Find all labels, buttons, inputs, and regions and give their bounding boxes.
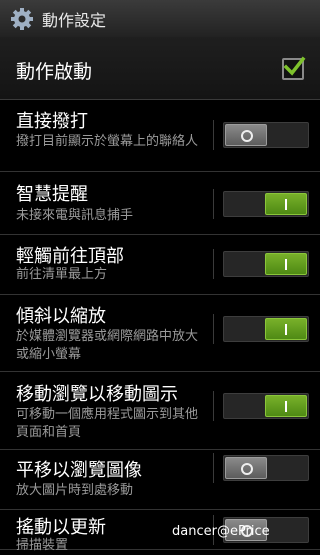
row-divider [213,189,214,219]
setting-row[interactable]: 平移以瀏覽圖像放大圖片時到處移動 [0,450,320,510]
setting-row[interactable]: 智慧提醒未接來電與訊息捕手 [0,172,320,235]
setting-title: 移動瀏覽以移動圖示 [16,384,178,405]
checkmark-icon [283,56,306,76]
setting-row[interactable]: 直接撥打撥打目前顯示於螢幕上的聯絡人 [0,100,320,172]
watermark: dancer@ePrice [172,524,270,539]
setting-toggle[interactable] [223,122,309,148]
setting-toggle[interactable] [223,316,309,342]
motion-master-checkbox[interactable] [282,56,306,80]
toggle-knob [225,124,267,146]
setting-row[interactable]: 傾斜以縮放 於媒體瀏覽器或網際網路中放大或縮小螢幕 [0,295,320,372]
setting-row[interactable]: 搖動以更新 掃描裝置 [0,510,320,553]
setting-subtitle: 放大圖片時到處移動 [16,483,134,498]
setting-toggle[interactable] [223,393,309,419]
setting-title: 輕觸前往頂部 [16,246,124,267]
setting-title: 直接撥打 [16,111,88,132]
setting-toggle[interactable] [223,455,309,481]
motion-master-label: 動作啟動 [16,61,93,83]
toggle-knob [265,253,307,275]
setting-title: 智慧提醒 [16,184,88,205]
row-divider [213,453,214,483]
setting-subtitle: 撥打目前顯示於螢幕上的聯絡人 [16,134,199,149]
toggle-knob [265,318,307,340]
page-title: 動作設定 [42,10,107,30]
setting-title: 傾斜以縮放 [16,306,106,327]
row-divider [213,249,214,279]
toggle-knob [225,457,267,479]
title-bar: 動作設定 [0,0,320,38]
setting-subtitle: 可移動一個應用程式圖示到其他頁面和首頁 [16,407,199,440]
row-divider [213,120,214,150]
row-divider [213,314,214,344]
setting-toggle[interactable] [223,251,309,277]
setting-toggle[interactable] [223,191,309,217]
setting-row[interactable]: 輕觸前往頂部 前往清單最上方 [0,235,320,295]
gear-icon [11,7,33,30]
toggle-knob [265,193,307,215]
setting-title: 平移以瀏覽圖像 [16,460,142,481]
setting-row[interactable]: 移動瀏覽以移動圖示 可移動一個應用程式圖示到其他頁面和首頁 [0,372,320,450]
motion-master-toggle-row[interactable]: 動作啟動 [0,37,320,100]
setting-subtitle: 於媒體瀏覽器或網際網路中放大或縮小螢幕 [16,329,199,362]
setting-subtitle: 掃描裝置 [16,538,69,553]
row-divider [213,391,214,421]
toggle-knob [265,395,307,417]
setting-subtitle: 未接來電與訊息捕手 [16,208,134,223]
setting-title: 搖動以更新 [16,517,106,538]
setting-subtitle: 前往清單最上方 [16,267,108,282]
